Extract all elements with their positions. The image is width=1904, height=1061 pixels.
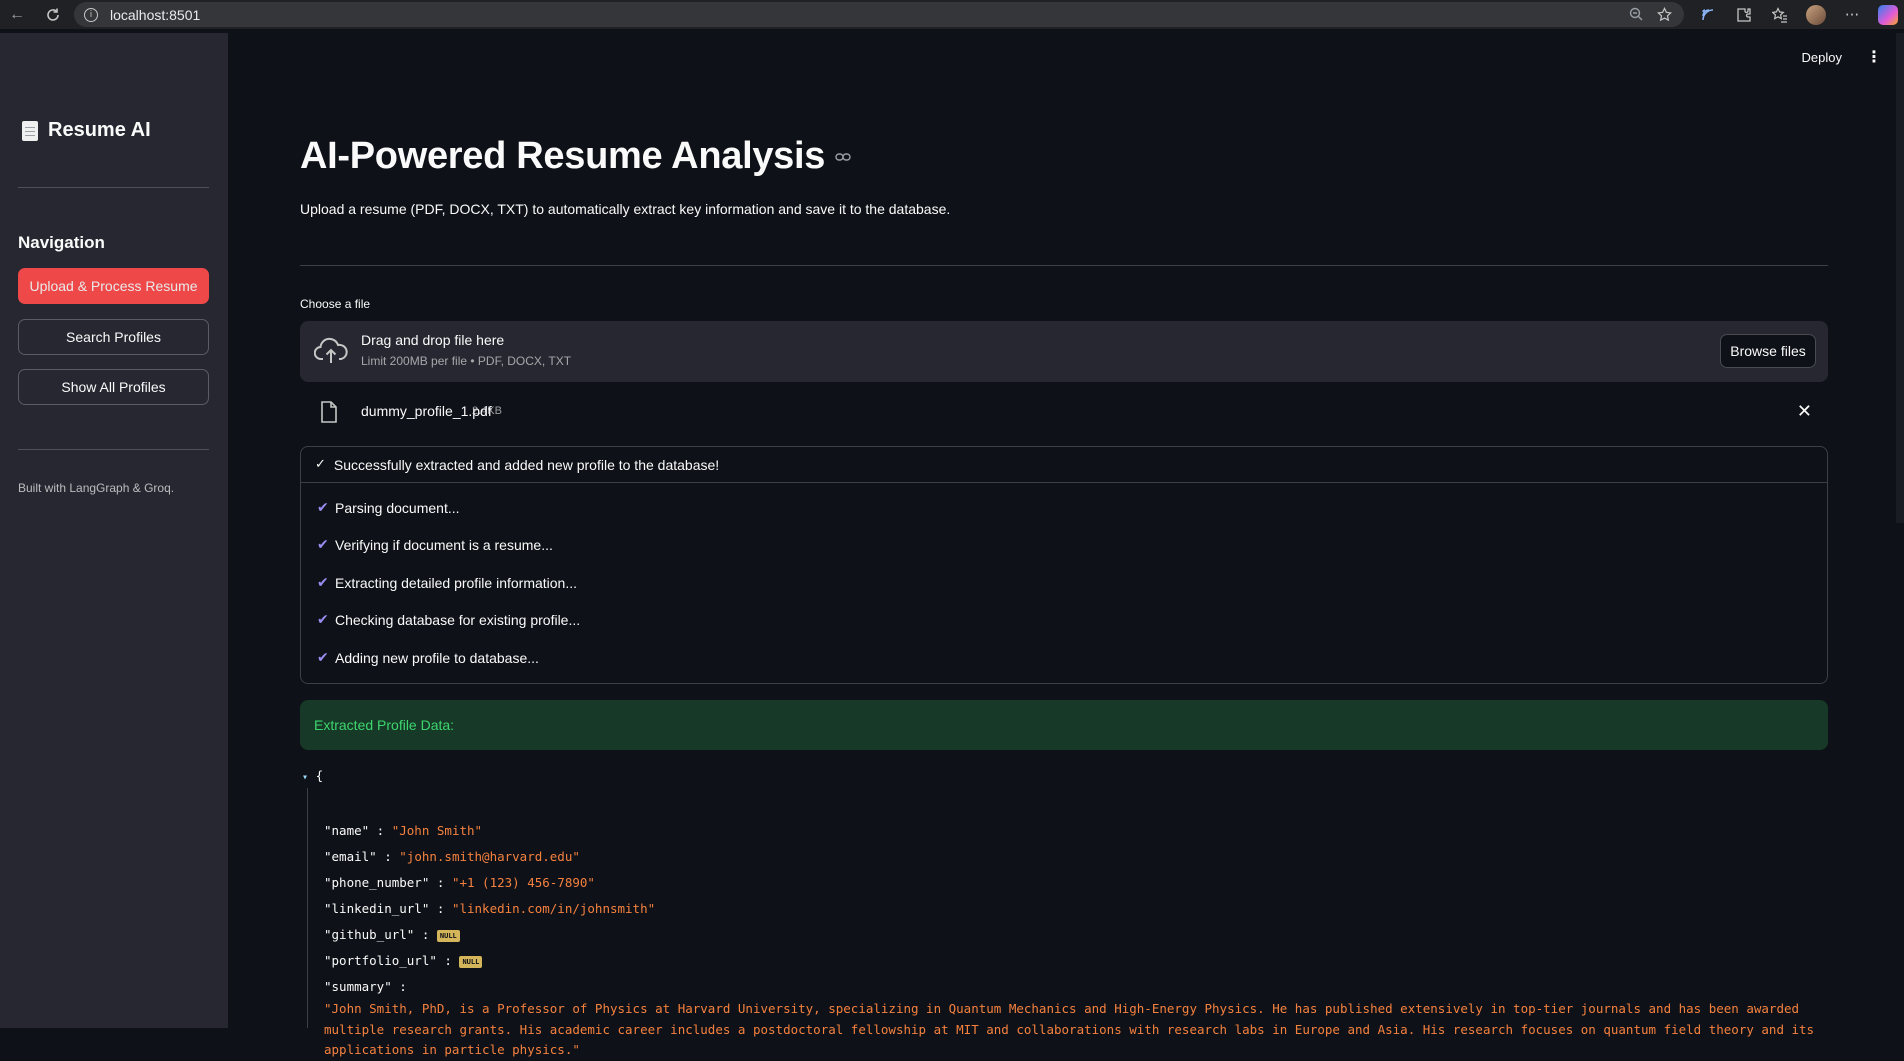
json-row: "github_url" : NULL — [324, 927, 460, 942]
reload-icon[interactable] — [42, 4, 64, 26]
json-row: "portfolio_url" : NULL — [324, 953, 483, 968]
json-key: "linkedin_url" — [324, 901, 430, 916]
back-icon[interactable]: ← — [6, 4, 28, 26]
main-area: Deploy ⋮ AI-Powered Resume Analysis Uplo… — [228, 33, 1904, 1057]
drop-text: Drag and drop file here — [361, 332, 505, 348]
uploaded-file-size: 2.4KB — [472, 405, 502, 417]
status-step: ✔ Parsing document... — [317, 489, 1827, 527]
page-title-text: AI-Powered Resume Analysis — [300, 135, 826, 177]
check-icon: ✔ — [317, 612, 329, 629]
status-header-text: Successfully extracted and added new pro… — [333, 456, 720, 473]
sidebar-footer: Built with LangGraph & Groq. — [18, 481, 175, 495]
browse-files-button[interactable]: Browse files — [1720, 334, 1816, 368]
json-row: "linkedin_url" : "linkedin.com/in/johnsm… — [324, 901, 656, 916]
file-dropzone[interactable]: Drag and drop file here Limit 200MB per … — [300, 321, 1828, 382]
file-uploader-label: Choose a file — [300, 297, 371, 311]
status-expander[interactable]: ✓ Successfully extracted and added new p… — [300, 446, 1828, 684]
upload-process-resume-button[interactable]: Upload & Process Resume — [18, 268, 209, 304]
extensions-icon[interactable] — [1734, 5, 1754, 25]
status-steps: ✔ Parsing document... ✔ Verifying if docum… — [301, 489, 1827, 677]
main-menu-icon[interactable]: ⋮ — [1866, 47, 1882, 66]
success-alert: Extracted Profile Data: — [300, 700, 1828, 750]
bookmark-star-icon[interactable] — [1656, 6, 1673, 25]
json-value: "linkedin.com/in/johnsmith" — [451, 901, 656, 916]
json-summary-value: "John Smith, PhD, is a Professor of Phys… — [324, 1001, 1815, 1057]
json-row: "phone_number" : "+1 (123) 456-7890" — [324, 875, 595, 890]
check-icon: ✓ — [315, 457, 326, 472]
collapse-caret-icon[interactable]: ▾ — [302, 772, 308, 783]
upload-cloud-icon — [314, 337, 348, 363]
limit-text: Limit 200MB per file • PDF, DOCX, TXT — [361, 354, 572, 368]
check-icon: ✔ — [317, 649, 329, 666]
status-step: ✔ Verifying if document is a resume... — [317, 527, 1827, 565]
status-step-text: Parsing document... — [335, 499, 460, 516]
json-value: "john.smith@harvard.edu" — [399, 849, 580, 864]
scrollbar[interactable] — [1896, 33, 1904, 523]
json-value: "+1 (123) 456-7890" — [451, 875, 595, 890]
check-icon: ✔ — [317, 574, 329, 591]
json-key: "summary" — [324, 979, 392, 994]
status-step: ✔ Extracting detailed profile information… — [317, 564, 1827, 602]
show-all-profiles-button[interactable]: Show All Profiles — [18, 369, 209, 405]
page-subtitle: Upload a resume (PDF, DOCX, TXT) to auto… — [300, 201, 951, 217]
status-step: ✔ Checking database for existing profile.… — [317, 602, 1827, 640]
status-step: ✔ Adding new profile to database... — [317, 639, 1827, 677]
uploaded-file-item: dummy_profile_1.pdf 2.4KB ✕ — [300, 393, 1828, 431]
status-step-text: Verifying if document is a resume... — [335, 537, 553, 554]
check-icon: ✔ — [317, 499, 329, 516]
status-step-text: Checking database for existing profile..… — [335, 612, 581, 629]
url-text: localhost:8501 — [110, 6, 201, 23]
profile-avatar-icon[interactable] — [1806, 4, 1826, 25]
search-profiles-button[interactable]: Search Profiles — [18, 319, 209, 355]
status-step-text: Adding new profile to database... — [335, 649, 539, 666]
anchor-link-icon[interactable] — [835, 147, 851, 166]
browser-toolbar: ← i localhost:8501 ··· — [0, 0, 1904, 29]
json-key: "phone_number" — [324, 875, 430, 890]
sidebar: Resume AI Navigation Upload & Process Re… — [0, 33, 228, 1028]
zoom-icon[interactable] — [1629, 7, 1643, 25]
document-icon — [22, 120, 38, 141]
favorites-icon[interactable] — [1770, 5, 1790, 25]
page-title: AI-Powered Resume Analysis — [300, 135, 851, 178]
sidebar-divider — [18, 187, 209, 188]
json-indent-guide — [307, 788, 308, 1028]
nav-heading: Navigation — [18, 233, 105, 252]
status-header[interactable]: ✓ Successfully extracted and added new p… — [301, 447, 1827, 483]
json-null-badge: NULL — [459, 955, 483, 968]
json-row: "summary" : — [324, 979, 407, 994]
copilot-icon[interactable] — [1878, 4, 1898, 25]
json-row: "name" : "John Smith" — [324, 823, 483, 838]
json-key: "name" — [324, 823, 370, 838]
check-icon: ✔ — [317, 537, 329, 554]
read-aloud-icon[interactable] — [1698, 5, 1718, 25]
app-brand: Resume AI — [22, 119, 151, 142]
deploy-button[interactable]: Deploy — [1802, 50, 1842, 65]
json-key: "email" — [324, 849, 377, 864]
site-info-icon[interactable]: i — [84, 7, 98, 22]
file-icon — [321, 401, 337, 423]
json-open[interactable]: ▾ { — [302, 768, 323, 783]
app-title: Resume AI — [48, 119, 151, 141]
divider — [300, 265, 1828, 266]
more-menu-icon[interactable]: ··· — [1842, 5, 1862, 25]
remove-file-icon[interactable]: ✕ — [1797, 401, 1812, 422]
json-null-badge: NULL — [436, 929, 460, 942]
address-bar[interactable]: i localhost:8501 — [74, 2, 1684, 27]
sidebar-divider — [18, 449, 209, 450]
json-open-brace: { — [315, 768, 324, 783]
status-step-text: Extracting detailed profile information.… — [335, 574, 578, 591]
json-key: "portfolio_url" — [324, 953, 437, 968]
json-key: "github_url" — [324, 927, 415, 942]
json-value: "John Smith" — [391, 823, 483, 838]
json-row: "email" : "john.smith@harvard.edu" — [324, 849, 580, 864]
